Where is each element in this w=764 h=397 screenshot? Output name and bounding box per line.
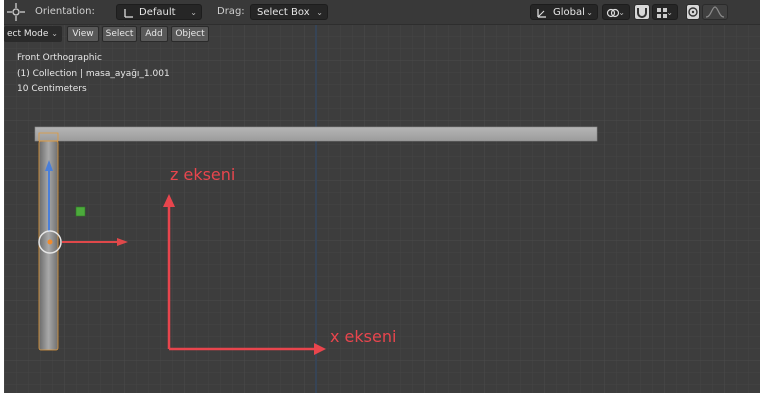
z-axis-annotation-label: z ekseni — [170, 165, 236, 184]
view-name-text: Front Orthographic — [17, 53, 102, 63]
menu-object[interactable]: Object — [171, 26, 209, 42]
x-axis-annotation-label: x ekseni — [330, 327, 397, 346]
menu-select[interactable]: Select — [102, 26, 137, 42]
drag-value: Select Box — [257, 7, 310, 18]
orientation-axes-icon — [124, 9, 133, 18]
chevron-down-icon: ⌄ — [666, 8, 673, 17]
global-axes-icon — [537, 9, 546, 18]
chevron-down-icon: ⌄ — [190, 8, 197, 17]
orientation-value: Default — [139, 7, 176, 18]
orientation-label: Orientation: — [35, 6, 95, 17]
viewport-header: Orientation: Default ⌄ Drag: Select Box … — [4, 0, 760, 25]
menu-add[interactable]: Add — [140, 26, 168, 42]
transform-gizmo-icon[interactable] — [6, 2, 26, 22]
magnet-glyph — [637, 8, 647, 18]
pivot-point-dropdown[interactable]: ⌄ — [602, 4, 630, 20]
chevron-down-icon: ⌄ — [51, 29, 58, 38]
gizmo-xz-plane-handle[interactable] — [75, 206, 86, 217]
chevron-down-icon: ⌄ — [586, 8, 593, 17]
orientation-dropdown[interactable]: Default ⌄ — [116, 4, 202, 20]
chevron-down-icon: ⌄ — [316, 8, 323, 17]
proportional-circle-glyph — [688, 7, 698, 17]
transform-space-value: Global — [553, 7, 585, 18]
drag-dropdown[interactable]: Select Box ⌄ — [250, 4, 328, 20]
collection-info-text: (1) Collection | masa_ayağı_1.001 — [17, 69, 170, 79]
falloff-icon[interactable] — [702, 4, 728, 20]
proportional-edit-icon[interactable] — [686, 4, 700, 20]
grid-scale-text: 10 Centimeters — [17, 84, 87, 94]
chevron-down-icon: ⌄ — [618, 8, 625, 17]
menu-view[interactable]: View — [67, 26, 99, 42]
snap-target-dropdown[interactable]: ⌄ — [652, 4, 678, 20]
blender-window: Orientation: Default ⌄ Drag: Select Box … — [4, 0, 760, 393]
snap-icon[interactable] — [634, 4, 650, 20]
interaction-mode-value: ect Mode — [7, 29, 49, 39]
table-top-object[interactable] — [34, 126, 598, 142]
transform-orientation-dropdown[interactable]: Global ⌄ — [530, 4, 598, 20]
drag-label: Drag: — [217, 6, 245, 17]
interaction-mode-dropdown[interactable]: ect Mode ⌄ — [4, 26, 62, 42]
object-origin-dot — [47, 239, 53, 245]
falloff-curve-glyph — [705, 6, 725, 18]
